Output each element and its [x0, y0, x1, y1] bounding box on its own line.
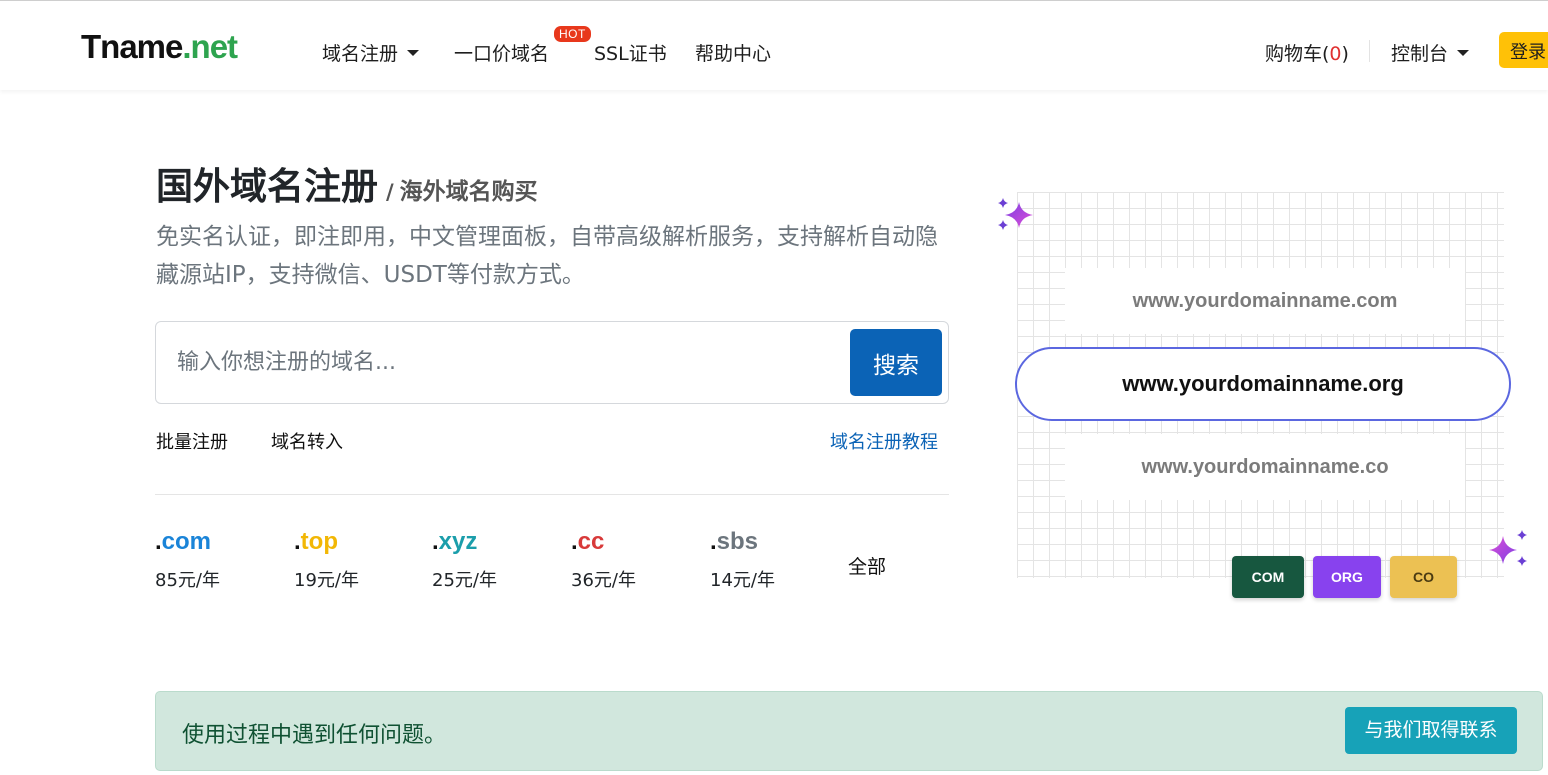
site-logo[interactable]: Tname.net [81, 28, 238, 66]
hero-description: 免实名认证，即注即用，中文管理面板，自带高级解析服务，支持解析自动隐藏源站IP，… [156, 224, 938, 288]
page-title-main: 国外域名注册 [156, 165, 378, 208]
tld-name: .top [294, 528, 359, 556]
tld-price: 85元/年 [155, 570, 220, 591]
tld-all-link[interactable]: 全部 [848, 552, 886, 579]
tld-price: 19元/年 [294, 570, 359, 591]
domain-suggestion-co: www.yourdomainname.co [1065, 434, 1465, 500]
domain-search-box: 搜索 [155, 321, 949, 404]
logo-tld: .net [182, 28, 238, 65]
hot-badge: HOT [554, 26, 591, 42]
tld-dot: . [155, 528, 162, 555]
tld-dot: . [571, 528, 578, 555]
tld-name: .sbs [710, 528, 775, 556]
tld-price: 14元/年 [710, 570, 775, 591]
sparkle-icon [1489, 530, 1527, 566]
tag-org: ORG [1313, 556, 1381, 598]
page-title: 国外域名注册 / 海外域名购买 [156, 156, 538, 210]
tld-dot: . [710, 528, 717, 555]
sparkle-icon [998, 198, 1033, 230]
nav-fixed-price-label: 一口价域名 [454, 43, 550, 65]
domain-search-input[interactable] [157, 323, 837, 402]
section-divider [155, 494, 949, 495]
help-text: 使用过程中遇到任何问题。 [182, 723, 447, 748]
tag-co: CO [1390, 556, 1457, 598]
cart-label: 购物车( [1265, 43, 1330, 65]
register-tutorial-link[interactable]: 域名注册教程 [830, 428, 938, 454]
tld-price: 36元/年 [571, 570, 636, 591]
nav-domain-register[interactable]: 域名注册 [322, 39, 420, 66]
tld-item-xyz[interactable]: .xyz 25元/年 [432, 528, 497, 592]
page-subtitle: 海外域名购买 [399, 179, 538, 205]
domain-transfer-link[interactable]: 域名转入 [271, 428, 343, 454]
domain-suggestion-org-highlighted: www.yourdomainname.org [1015, 347, 1511, 421]
login-button[interactable]: 登录 [1499, 32, 1548, 68]
domain-illustration: www.yourdomainname.com www.yourdomainnam… [995, 190, 1540, 610]
tld-ext: cc [577, 528, 605, 555]
nav-help-label: 帮助中心 [695, 43, 772, 65]
tld-dot: . [294, 528, 301, 555]
top-navbar: Tname.net 域名注册 一口价域名 HOT SSL证书 帮助中心 购物车(… [0, 1, 1548, 90]
tld-name: .xyz [432, 528, 497, 556]
tld-ext: sbs [716, 528, 759, 555]
tld-ext: top [300, 528, 338, 555]
help-alert-bar: 使用过程中遇到任何问题。 与我们取得联系 [155, 691, 1543, 771]
tld-dot: . [432, 528, 439, 555]
tag-com: COM [1232, 556, 1304, 598]
logo-name: Tname [81, 28, 183, 65]
search-button[interactable]: 搜索 [850, 329, 942, 396]
nav-console[interactable]: 控制台 [1391, 39, 1470, 66]
title-separator: / [386, 180, 394, 204]
bulk-register-link[interactable]: 批量注册 [156, 428, 228, 454]
cart-count: 0 [1329, 43, 1342, 65]
nav-domain-register-label: 域名注册 [322, 43, 399, 65]
domain-suggestion-com: www.yourdomainname.com [1065, 268, 1465, 334]
tld-item-sbs[interactable]: .sbs 14元/年 [710, 528, 775, 592]
contact-us-button[interactable]: 与我们取得联系 [1345, 707, 1517, 754]
nav-ssl-label: SSL证书 [594, 43, 667, 65]
nav-help-center[interactable]: 帮助中心 [695, 39, 771, 66]
nav-cart[interactable]: 购物车(0) [1265, 39, 1349, 66]
caret-down-icon [407, 49, 420, 56]
nav-console-label: 控制台 [1391, 43, 1449, 65]
cart-label-suffix: ) [1341, 43, 1349, 65]
tld-ext: com [161, 528, 212, 555]
tld-ext: xyz [438, 528, 478, 555]
tld-name: .cc [571, 528, 636, 556]
tld-item-top[interactable]: .top 19元/年 [294, 528, 359, 592]
nav-fixed-price-domains[interactable]: 一口价域名 [454, 39, 549, 66]
tld-name: .com [155, 528, 220, 556]
tld-price: 25元/年 [432, 570, 497, 591]
nav-ssl-certificates[interactable]: SSL证书 [594, 39, 667, 66]
caret-down-icon [1457, 49, 1470, 56]
nav-separator [1369, 40, 1370, 62]
tld-item-com[interactable]: .com 85元/年 [155, 528, 220, 592]
tld-item-cc[interactable]: .cc 36元/年 [571, 528, 636, 592]
